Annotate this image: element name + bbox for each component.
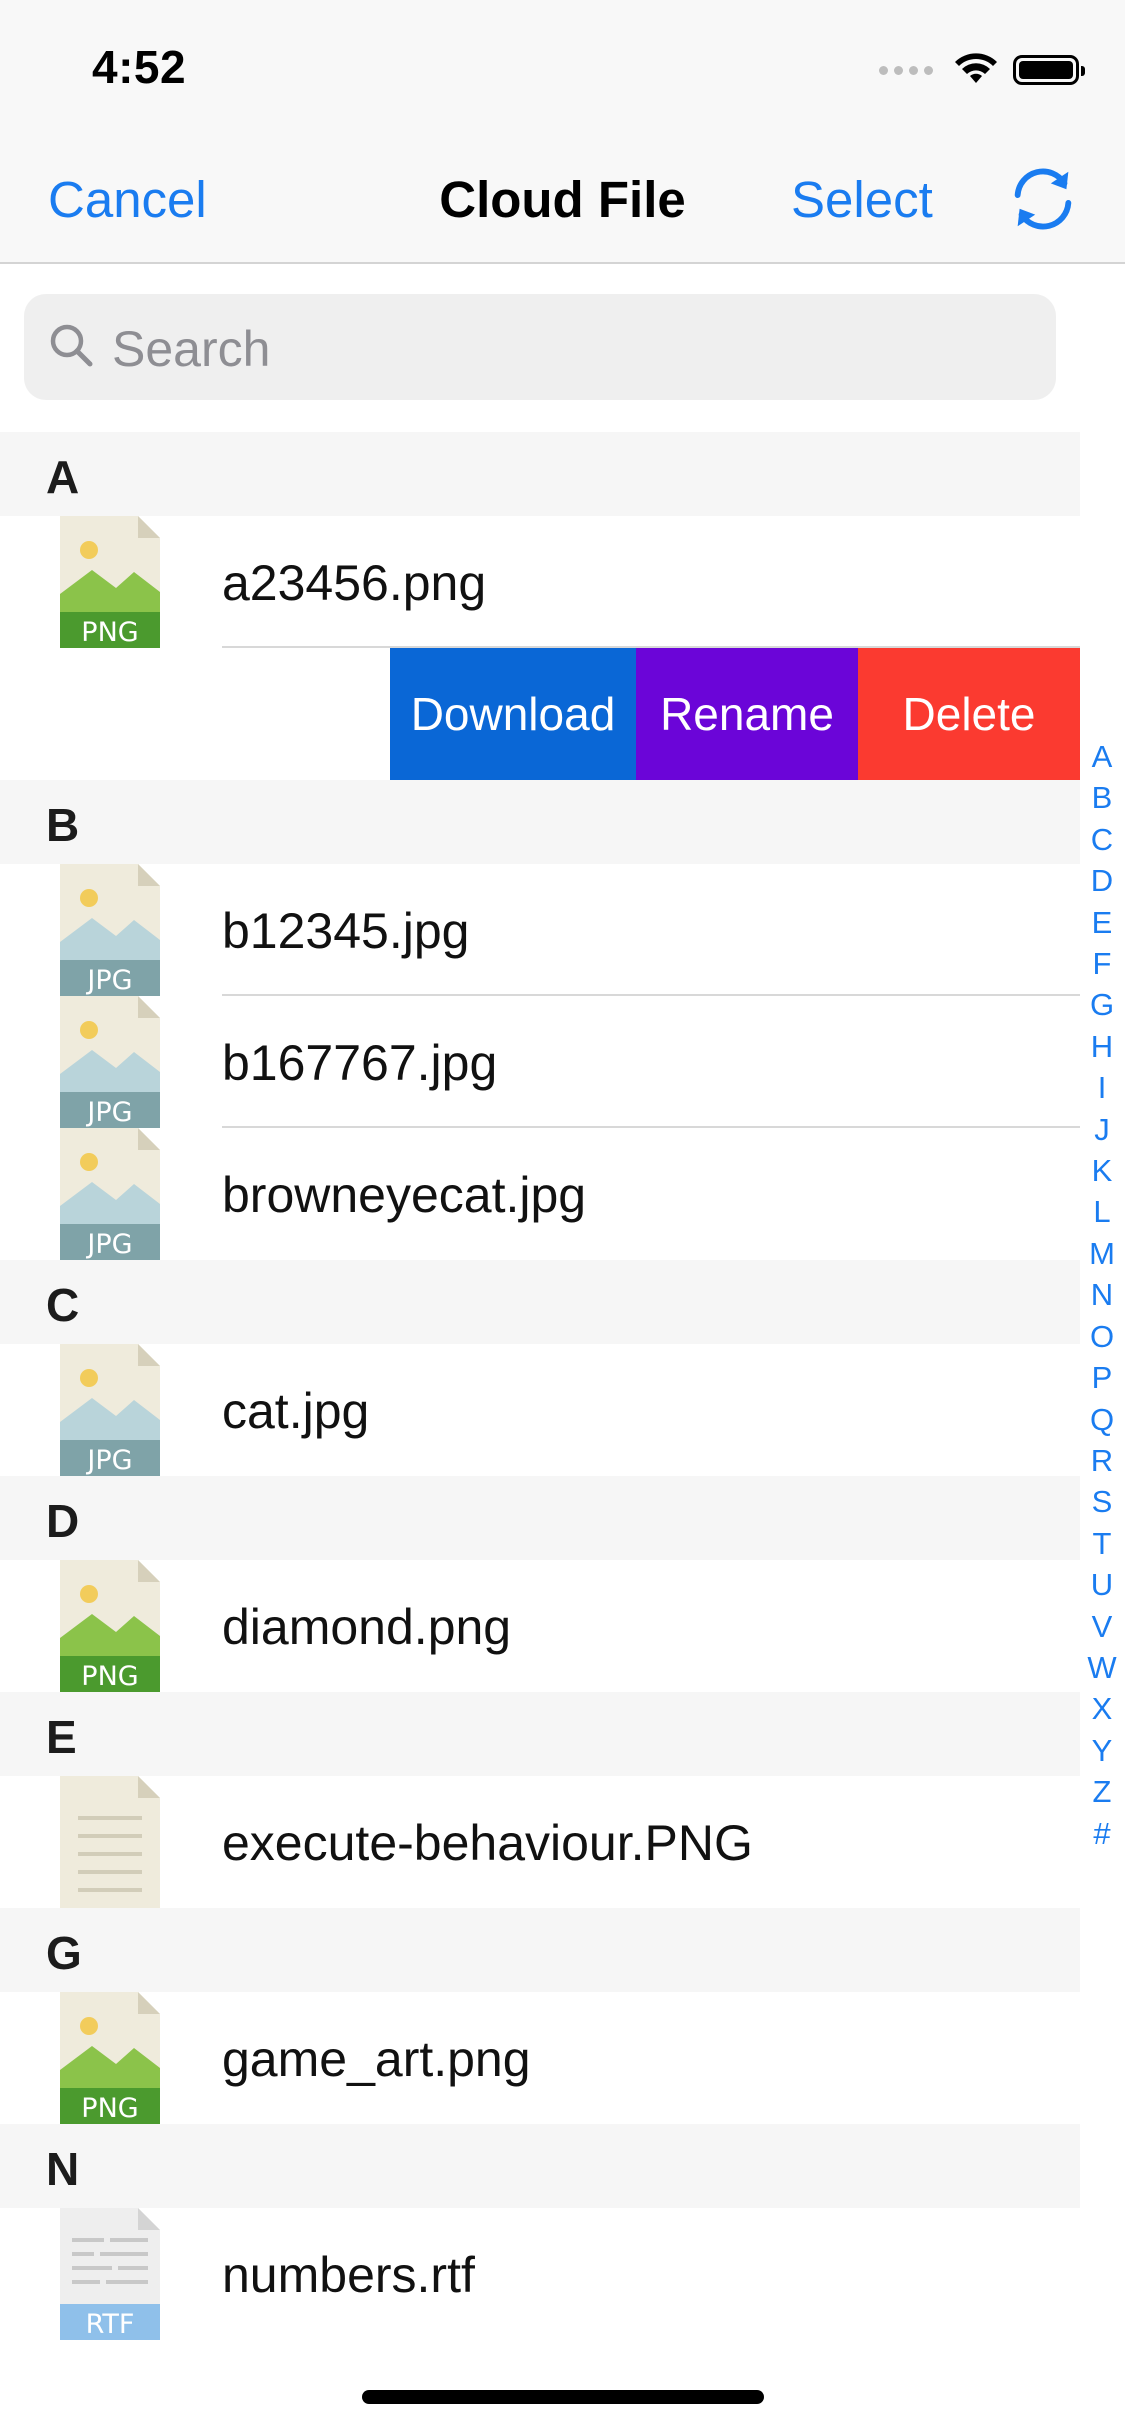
file-name: diamond.png xyxy=(222,1599,512,1655)
battery-icon xyxy=(1013,55,1085,85)
rtf-file-icon: RTF xyxy=(58,2208,162,2340)
index-letter[interactable]: F xyxy=(1093,943,1112,984)
status-bar: 4:52 xyxy=(0,0,1125,132)
svg-text:PNG: PNG xyxy=(81,2093,138,2124)
file-row[interactable]: execute-behaviour.PNG xyxy=(0,1776,1080,1908)
svg-text:JPG: JPG xyxy=(85,1097,132,1128)
index-letter[interactable]: U xyxy=(1091,1564,1113,1605)
file-name: b167767.jpg xyxy=(222,1035,498,1091)
search-input[interactable]: Search xyxy=(24,294,1056,400)
file-name: a23456.png xyxy=(222,555,487,611)
index-letter[interactable]: Q xyxy=(1090,1399,1114,1440)
index-letter[interactable]: L xyxy=(1093,1191,1110,1232)
signal-icon xyxy=(879,65,933,75)
index-letter[interactable]: B xyxy=(1092,777,1113,818)
section-index-bar[interactable]: A B C D E F G H I J K L M N O P Q R S T U V W X Y Z # xyxy=(1086,736,1118,1854)
png-file-icon: PNG xyxy=(58,1560,162,1692)
select-button[interactable]: Select xyxy=(791,170,933,229)
index-letter[interactable]: V xyxy=(1092,1606,1113,1647)
search-placeholder: Search xyxy=(112,321,271,377)
index-letter[interactable]: C xyxy=(1091,819,1113,860)
index-letter[interactable]: K xyxy=(1092,1150,1113,1191)
index-letter[interactable]: Y xyxy=(1092,1730,1113,1771)
navigation-bar: Cloud File Cancel Select xyxy=(0,132,1125,264)
file-row[interactable]: PNG diamond.png xyxy=(0,1560,1080,1692)
index-letter[interactable]: O xyxy=(1090,1316,1114,1357)
index-letter[interactable]: A xyxy=(1092,736,1113,777)
rename-button[interactable]: Rename xyxy=(636,648,858,780)
index-letter[interactable]: D xyxy=(1091,860,1113,901)
file-row[interactable]: JPG cat.jpg xyxy=(0,1344,1080,1476)
home-indicator[interactable] xyxy=(362,2390,764,2404)
cancel-button[interactable]: Cancel xyxy=(48,170,207,229)
index-letter[interactable]: R xyxy=(1091,1440,1113,1481)
index-letter[interactable]: N xyxy=(1091,1274,1113,1315)
svg-text:JPG: JPG xyxy=(85,1445,132,1476)
file-row[interactable]: RTF numbers.rtf xyxy=(0,2208,1080,2340)
search-icon xyxy=(50,324,93,367)
jpg-file-icon: JPG xyxy=(58,1128,162,1260)
file-row[interactable]: JPG b12345.jpg xyxy=(0,864,1080,996)
document-file-icon xyxy=(58,1776,162,1908)
index-letter[interactable]: H xyxy=(1091,1026,1113,1067)
index-letter[interactable]: X xyxy=(1092,1688,1113,1729)
index-letter[interactable]: G xyxy=(1090,984,1114,1025)
section-header-a: A xyxy=(0,432,1080,516)
file-row[interactable]: PNG a23456.png xyxy=(0,516,1080,648)
swipe-actions-row: Download Rename Delete xyxy=(0,648,1080,780)
download-button[interactable]: Download xyxy=(390,648,636,780)
index-letter[interactable]: T xyxy=(1093,1523,1112,1564)
file-row[interactable]: JPG b167767.jpg xyxy=(0,996,1080,1128)
jpg-file-icon: JPG xyxy=(58,996,162,1128)
file-name: browneyecat.jpg xyxy=(222,1167,587,1223)
file-name: cat.jpg xyxy=(222,1383,370,1439)
svg-text:JPG: JPG xyxy=(85,1229,132,1260)
file-row[interactable]: JPG browneyecat.jpg xyxy=(0,1128,1080,1260)
png-file-icon: PNG xyxy=(58,1992,162,2124)
status-time: 4:52 xyxy=(92,41,187,93)
index-letter[interactable]: W xyxy=(1087,1647,1116,1688)
jpg-file-icon: JPG xyxy=(58,1344,162,1476)
status-icons xyxy=(879,50,1085,90)
index-letter[interactable]: E xyxy=(1092,902,1113,943)
index-letter[interactable]: J xyxy=(1094,1109,1110,1150)
wifi-icon xyxy=(955,53,997,83)
index-letter[interactable]: M xyxy=(1089,1233,1115,1274)
file-name: game_art.png xyxy=(222,2031,531,2087)
file-name: b12345.jpg xyxy=(222,903,470,959)
section-header-n: N xyxy=(0,2124,1080,2208)
delete-button[interactable]: Delete xyxy=(858,648,1080,780)
svg-text:PNG: PNG xyxy=(81,1661,138,1692)
index-letter[interactable]: P xyxy=(1092,1357,1113,1398)
svg-text:RTF: RTF xyxy=(86,2309,135,2340)
file-row[interactable]: PNG game_art.png xyxy=(0,1992,1080,2124)
index-letter[interactable]: # xyxy=(1093,1813,1110,1854)
section-header-b: B xyxy=(0,780,1080,864)
index-letter[interactable]: I xyxy=(1098,1067,1107,1108)
index-letter[interactable]: S xyxy=(1092,1481,1113,1522)
file-name: numbers.rtf xyxy=(222,2247,475,2303)
section-header-d: D xyxy=(0,1476,1080,1560)
section-header-c: C xyxy=(0,1260,1080,1344)
png-file-icon: PNG xyxy=(58,516,162,648)
svg-text:PNG: PNG xyxy=(81,617,138,648)
file-name: execute-behaviour.PNG xyxy=(222,1815,753,1871)
section-header-e: E xyxy=(0,1692,1080,1776)
file-list: A PNG a23456.png Download Rename Delete … xyxy=(0,432,1080,2340)
search-area: Search xyxy=(0,264,1125,432)
svg-text:JPG: JPG xyxy=(85,965,132,996)
index-letter[interactable]: Z xyxy=(1093,1771,1112,1812)
refresh-icon[interactable] xyxy=(1004,160,1082,238)
section-header-g: G xyxy=(0,1908,1080,1992)
jpg-file-icon: JPG xyxy=(58,864,162,996)
